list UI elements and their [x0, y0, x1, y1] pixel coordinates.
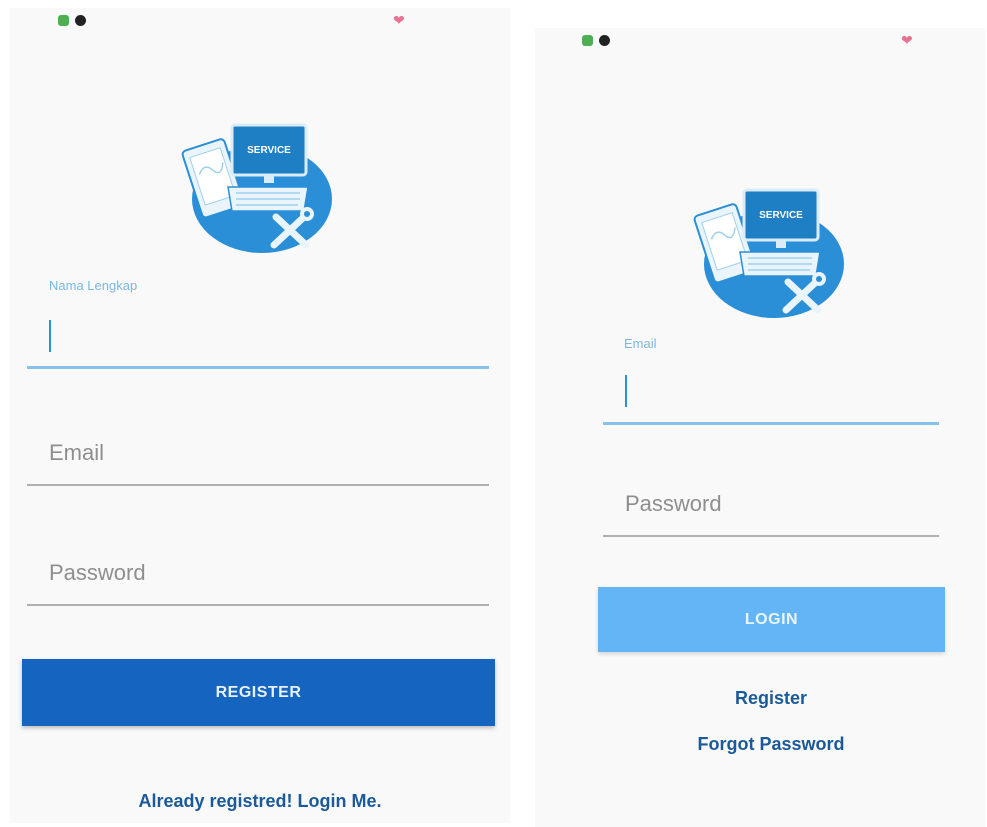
- heart-icon: ❤: [393, 12, 405, 28]
- password-field-underline: [27, 604, 489, 606]
- email-field-underline: [603, 422, 939, 425]
- email-field-underline: [27, 484, 489, 486]
- forgot-password-link[interactable]: Forgot Password: [535, 734, 985, 755]
- email-placeholder: Email: [49, 440, 105, 465]
- logo-text: SERVICE: [247, 145, 291, 156]
- app-notification-icon: [582, 35, 593, 46]
- app-notification-icon: [58, 15, 69, 26]
- password-field-underline: [603, 535, 939, 537]
- password-field[interactable]: Password: [603, 478, 939, 540]
- password-placeholder: Password: [49, 560, 146, 585]
- password-field[interactable]: Password: [27, 548, 489, 610]
- name-field-underline: [27, 366, 489, 369]
- logo-text: SERVICE: [759, 210, 803, 221]
- password-placeholder: Password: [625, 491, 722, 516]
- heart-icon: ❤: [901, 32, 913, 48]
- name-field[interactable]: [27, 308, 489, 373]
- login-button[interactable]: LOGIN: [598, 587, 945, 652]
- text-cursor: [625, 375, 627, 407]
- service-logo: SERVICE: [181, 123, 332, 253]
- login-me-link[interactable]: Already registred! Login Me.: [10, 791, 510, 812]
- app-notification-icon: [75, 15, 86, 26]
- service-logo: SERVICE: [693, 188, 844, 318]
- register-screen: ❤ SERVICE Nama Lengkap Email Password RE…: [10, 8, 510, 823]
- email-field-label: Email: [624, 336, 657, 351]
- email-field[interactable]: [603, 363, 939, 427]
- register-link[interactable]: Register: [535, 688, 985, 709]
- email-field[interactable]: Email: [27, 428, 489, 490]
- app-notification-icon: [599, 35, 610, 46]
- login-screen: ❤ SERVICE Email Password LOGIN Register …: [535, 28, 985, 827]
- name-field-label: Nama Lengkap: [49, 278, 138, 293]
- text-cursor: [49, 320, 51, 352]
- register-button[interactable]: REGISTER: [22, 659, 495, 726]
